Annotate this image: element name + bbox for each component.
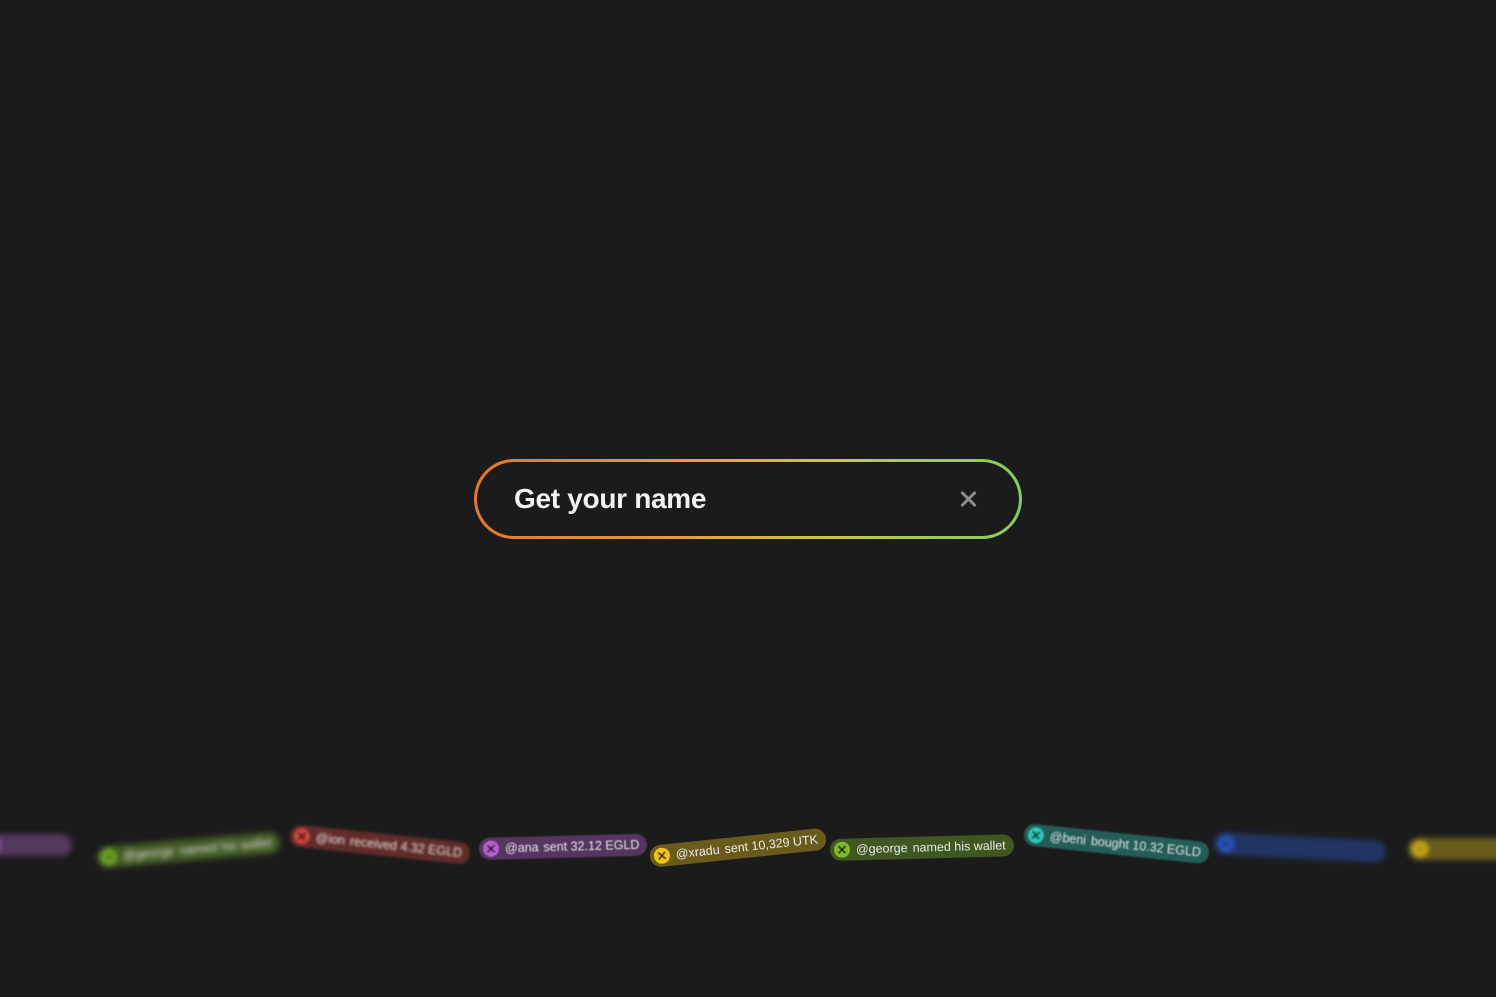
name-search-inner (477, 462, 1019, 536)
activity-text: named his wallet (912, 838, 1006, 855)
x-avatar-icon (100, 848, 118, 866)
activity-chip: @xradu sent 10,329 UTK (648, 827, 827, 868)
x-avatar-icon (653, 846, 671, 865)
activity-handle: @george (855, 840, 908, 857)
x-avatar-icon (482, 840, 500, 857)
activity-chip: @george named his wallet (829, 834, 1014, 861)
x-avatar-icon (1412, 841, 1428, 857)
activity-text: sent 10,329 UTK (723, 832, 819, 857)
activity-chip: @george named his wallet (96, 831, 281, 869)
name-search-box (474, 459, 1022, 539)
activity-text: received 4.32 EGLD (349, 834, 463, 861)
activity-chip (0, 834, 72, 856)
x-avatar-icon (833, 841, 851, 858)
activity-handle: @beni (1049, 829, 1087, 848)
activity-text: bought 10.32 EGLD (1090, 834, 1202, 860)
x-avatar-icon (1217, 835, 1235, 853)
activity-handle: @ana (504, 840, 539, 856)
page: @george named his wallet @ion received 4… (0, 0, 1496, 997)
activity-handle: @ion (315, 830, 346, 848)
activity-chip: @ana sent 32.12 EGLD (478, 833, 648, 860)
name-search-input[interactable] (514, 483, 957, 515)
activity-chip (1213, 832, 1387, 863)
activity-ticker: @george named his wallet @ion received 4… (0, 800, 1496, 900)
activity-chip: @beni bought 10.32 EGLD (1022, 823, 1210, 865)
close-icon[interactable] (957, 488, 979, 510)
activity-chip: @ion received 4.32 EGLD (288, 824, 472, 865)
activity-text: named his wallet (178, 835, 273, 858)
x-avatar-icon (1027, 826, 1045, 845)
activity-text: sent 32.12 EGLD (543, 837, 640, 855)
x-avatar-icon (293, 827, 311, 846)
activity-chip (1408, 838, 1496, 860)
activity-handle: @george (122, 844, 175, 863)
activity-handle: @xradu (675, 842, 721, 862)
